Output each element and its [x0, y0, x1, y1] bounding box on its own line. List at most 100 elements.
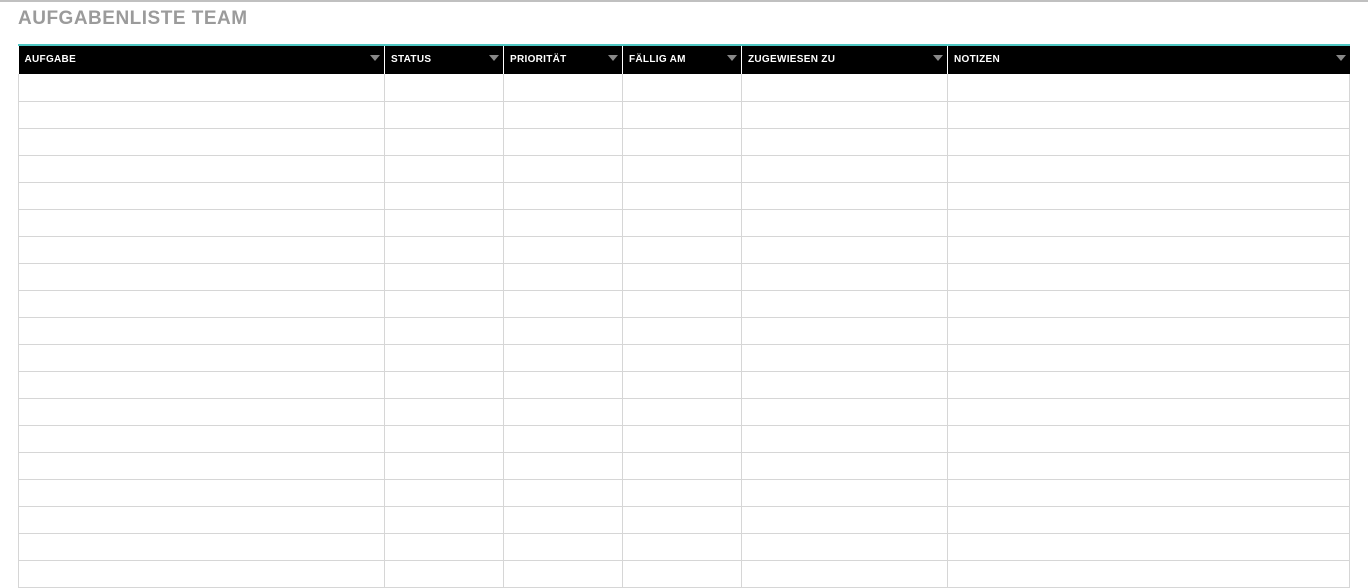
table-cell-zugewiesen_zu[interactable]	[742, 182, 948, 209]
table-cell-faellig_am[interactable]	[623, 209, 742, 236]
table-cell-aufgabe[interactable]	[19, 452, 385, 479]
table-cell-prioritaet[interactable]	[504, 74, 623, 101]
column-header-notizen[interactable]: NOTIZEN	[948, 46, 1350, 74]
table-cell-status[interactable]	[385, 533, 504, 560]
table-cell-aufgabe[interactable]	[19, 263, 385, 290]
table-cell-status[interactable]	[385, 425, 504, 452]
table-cell-prioritaet[interactable]	[504, 560, 623, 587]
table-cell-status[interactable]	[385, 263, 504, 290]
table-cell-notizen[interactable]	[948, 506, 1350, 533]
table-cell-status[interactable]	[385, 290, 504, 317]
filter-dropdown-icon[interactable]	[727, 55, 737, 65]
table-cell-faellig_am[interactable]	[623, 128, 742, 155]
column-header-prioritaet[interactable]: PRIORITÄT	[504, 46, 623, 74]
table-cell-aufgabe[interactable]	[19, 74, 385, 101]
table-cell-faellig_am[interactable]	[623, 74, 742, 101]
table-cell-zugewiesen_zu[interactable]	[742, 533, 948, 560]
table-cell-zugewiesen_zu[interactable]	[742, 344, 948, 371]
table-cell-prioritaet[interactable]	[504, 452, 623, 479]
table-cell-faellig_am[interactable]	[623, 371, 742, 398]
table-cell-notizen[interactable]	[948, 128, 1350, 155]
table-cell-prioritaet[interactable]	[504, 236, 623, 263]
table-cell-prioritaet[interactable]	[504, 371, 623, 398]
table-cell-status[interactable]	[385, 155, 504, 182]
column-header-zugewiesen-zu[interactable]: ZUGEWIESEN ZU	[742, 46, 948, 74]
table-cell-prioritaet[interactable]	[504, 128, 623, 155]
table-cell-faellig_am[interactable]	[623, 263, 742, 290]
table-cell-notizen[interactable]	[948, 101, 1350, 128]
table-cell-faellig_am[interactable]	[623, 533, 742, 560]
table-cell-faellig_am[interactable]	[623, 479, 742, 506]
table-cell-faellig_am[interactable]	[623, 425, 742, 452]
table-cell-prioritaet[interactable]	[504, 155, 623, 182]
table-cell-zugewiesen_zu[interactable]	[742, 74, 948, 101]
table-cell-zugewiesen_zu[interactable]	[742, 506, 948, 533]
table-cell-notizen[interactable]	[948, 290, 1350, 317]
table-cell-zugewiesen_zu[interactable]	[742, 155, 948, 182]
filter-dropdown-icon[interactable]	[1336, 55, 1346, 65]
table-cell-status[interactable]	[385, 182, 504, 209]
table-cell-aufgabe[interactable]	[19, 209, 385, 236]
table-cell-zugewiesen_zu[interactable]	[742, 263, 948, 290]
table-cell-prioritaet[interactable]	[504, 398, 623, 425]
table-cell-faellig_am[interactable]	[623, 155, 742, 182]
table-cell-aufgabe[interactable]	[19, 155, 385, 182]
table-cell-faellig_am[interactable]	[623, 560, 742, 587]
table-cell-aufgabe[interactable]	[19, 344, 385, 371]
table-cell-aufgabe[interactable]	[19, 506, 385, 533]
table-cell-aufgabe[interactable]	[19, 236, 385, 263]
table-cell-prioritaet[interactable]	[504, 533, 623, 560]
table-cell-zugewiesen_zu[interactable]	[742, 452, 948, 479]
table-cell-notizen[interactable]	[948, 398, 1350, 425]
table-cell-prioritaet[interactable]	[504, 425, 623, 452]
table-cell-notizen[interactable]	[948, 317, 1350, 344]
table-cell-status[interactable]	[385, 236, 504, 263]
table-cell-status[interactable]	[385, 398, 504, 425]
table-cell-aufgabe[interactable]	[19, 290, 385, 317]
table-cell-faellig_am[interactable]	[623, 398, 742, 425]
table-cell-faellig_am[interactable]	[623, 182, 742, 209]
table-cell-aufgabe[interactable]	[19, 533, 385, 560]
table-cell-status[interactable]	[385, 209, 504, 236]
table-cell-aufgabe[interactable]	[19, 182, 385, 209]
table-cell-notizen[interactable]	[948, 533, 1350, 560]
table-cell-aufgabe[interactable]	[19, 317, 385, 344]
table-cell-notizen[interactable]	[948, 425, 1350, 452]
table-cell-notizen[interactable]	[948, 155, 1350, 182]
table-cell-aufgabe[interactable]	[19, 371, 385, 398]
table-cell-status[interactable]	[385, 74, 504, 101]
table-cell-zugewiesen_zu[interactable]	[742, 236, 948, 263]
filter-dropdown-icon[interactable]	[608, 55, 618, 65]
table-cell-prioritaet[interactable]	[504, 182, 623, 209]
table-cell-notizen[interactable]	[948, 344, 1350, 371]
table-cell-prioritaet[interactable]	[504, 209, 623, 236]
table-cell-zugewiesen_zu[interactable]	[742, 101, 948, 128]
table-cell-faellig_am[interactable]	[623, 101, 742, 128]
table-cell-aufgabe[interactable]	[19, 398, 385, 425]
table-cell-status[interactable]	[385, 317, 504, 344]
table-cell-status[interactable]	[385, 506, 504, 533]
table-cell-notizen[interactable]	[948, 560, 1350, 587]
column-header-aufgabe[interactable]: AUFGABE	[19, 46, 385, 74]
table-cell-status[interactable]	[385, 371, 504, 398]
table-cell-prioritaet[interactable]	[504, 317, 623, 344]
table-cell-aufgabe[interactable]	[19, 425, 385, 452]
filter-dropdown-icon[interactable]	[489, 55, 499, 65]
table-cell-aufgabe[interactable]	[19, 479, 385, 506]
table-cell-status[interactable]	[385, 128, 504, 155]
table-cell-notizen[interactable]	[948, 371, 1350, 398]
table-cell-status[interactable]	[385, 101, 504, 128]
table-cell-prioritaet[interactable]	[504, 344, 623, 371]
table-cell-zugewiesen_zu[interactable]	[742, 425, 948, 452]
table-cell-zugewiesen_zu[interactable]	[742, 290, 948, 317]
table-cell-aufgabe[interactable]	[19, 560, 385, 587]
table-cell-prioritaet[interactable]	[504, 101, 623, 128]
table-cell-prioritaet[interactable]	[504, 479, 623, 506]
table-cell-zugewiesen_zu[interactable]	[742, 209, 948, 236]
table-cell-prioritaet[interactable]	[504, 263, 623, 290]
column-header-status[interactable]: STATUS	[385, 46, 504, 74]
table-cell-notizen[interactable]	[948, 479, 1350, 506]
table-cell-prioritaet[interactable]	[504, 506, 623, 533]
filter-dropdown-icon[interactable]	[933, 55, 943, 65]
table-cell-zugewiesen_zu[interactable]	[742, 128, 948, 155]
